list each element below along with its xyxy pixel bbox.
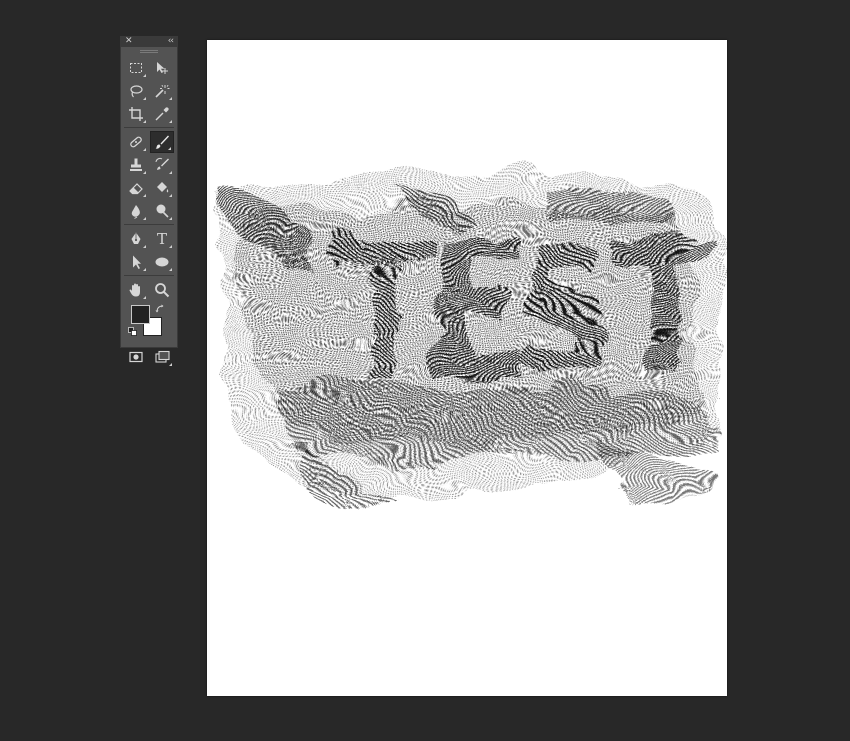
flyout-indicator: [143, 245, 146, 248]
foreground-color-swatch[interactable]: [131, 305, 150, 324]
collapse-icon[interactable]: ‹‹: [168, 36, 174, 47]
quick-mask-button[interactable]: [124, 346, 148, 368]
arrow-icon: [133, 255, 141, 269]
move-icon: [157, 62, 168, 74]
flyout-indicator: [169, 97, 172, 100]
spot-healing-tool[interactable]: [124, 131, 148, 153]
brush-tool[interactable]: [150, 131, 174, 153]
swap-colors-icon[interactable]: [155, 304, 165, 314]
flyout-indicator: [168, 147, 171, 150]
screen-mode-icon: [155, 350, 170, 363]
ellipse-tool[interactable]: [150, 251, 174, 273]
flyout-indicator: [143, 120, 146, 123]
hand-tool[interactable]: [124, 279, 148, 301]
eraser-icon: [129, 183, 143, 195]
flyout-indicator: [169, 363, 172, 366]
zoom-tool[interactable]: [150, 279, 174, 301]
flyout-indicator: [143, 97, 146, 100]
flyout-indicator: [143, 296, 146, 299]
tool-separator: [124, 275, 174, 276]
paint-bucket-icon: [157, 182, 169, 193]
screen-mode-button[interactable]: [150, 346, 174, 368]
flyout-indicator: [169, 120, 172, 123]
flyout-indicator: [169, 245, 172, 248]
dodge-icon: [156, 204, 169, 218]
clone-stamp-tool[interactable]: [124, 154, 148, 176]
move-tool[interactable]: [150, 57, 174, 79]
panel-titlebar[interactable]: ✕ ‹‹: [121, 36, 177, 47]
bandage-icon: [130, 136, 142, 148]
color-swatches: [121, 302, 177, 346]
tool-separator: [124, 127, 174, 128]
pen-icon: [131, 232, 141, 244]
dodge-tool[interactable]: [150, 200, 174, 222]
flyout-indicator: [143, 148, 146, 151]
stamp-icon: [130, 158, 142, 171]
pen-tool[interactable]: [124, 228, 148, 250]
blur-tool[interactable]: [124, 200, 148, 222]
document-canvas[interactable]: [207, 40, 727, 696]
eraser-tool[interactable]: [124, 177, 148, 199]
path-selection-tool[interactable]: [124, 251, 148, 273]
history-brush-tool[interactable]: [150, 154, 174, 176]
panel-grip[interactable]: [140, 50, 158, 53]
hand-icon: [129, 283, 140, 297]
halftone-artwork: [207, 168, 725, 504]
history-brush-icon: [155, 157, 169, 170]
rect-marquee-tool[interactable]: [124, 57, 148, 79]
crop-icon: [129, 107, 143, 121]
lasso-tool[interactable]: [124, 80, 148, 102]
flyout-indicator: [143, 194, 146, 197]
tools-panel: ✕ ‹‹ T: [120, 36, 178, 366]
tool-separator: [124, 224, 174, 225]
flyout-indicator: [143, 217, 146, 220]
rectangular-marquee-icon: [130, 63, 142, 73]
quick-mask-icon: [129, 351, 143, 363]
type-icon: T: [156, 230, 167, 248]
magic-wand-icon: [155, 84, 170, 98]
flyout-indicator: [169, 171, 172, 174]
paint-bucket-tool[interactable]: [150, 177, 174, 199]
crop-tool[interactable]: [124, 103, 148, 125]
flyout-indicator: [143, 74, 146, 77]
default-colors-icon[interactable]: [128, 327, 137, 336]
blur-drop-icon: [131, 205, 140, 219]
ellipse-icon: [155, 257, 169, 267]
flyout-indicator: [143, 171, 146, 174]
close-icon[interactable]: ✕: [125, 36, 133, 47]
flyout-indicator: [169, 268, 172, 271]
lasso-icon: [130, 85, 143, 98]
magic-wand-tool[interactable]: [150, 80, 174, 102]
flyout-indicator: [143, 268, 146, 271]
eyedropper-tool[interactable]: [150, 103, 174, 125]
flyout-indicator: [169, 217, 172, 220]
type-tool[interactable]: T: [150, 228, 174, 250]
eyedropper-icon: [155, 107, 169, 121]
zoom-icon: [155, 283, 170, 298]
flyout-indicator: [169, 194, 172, 197]
